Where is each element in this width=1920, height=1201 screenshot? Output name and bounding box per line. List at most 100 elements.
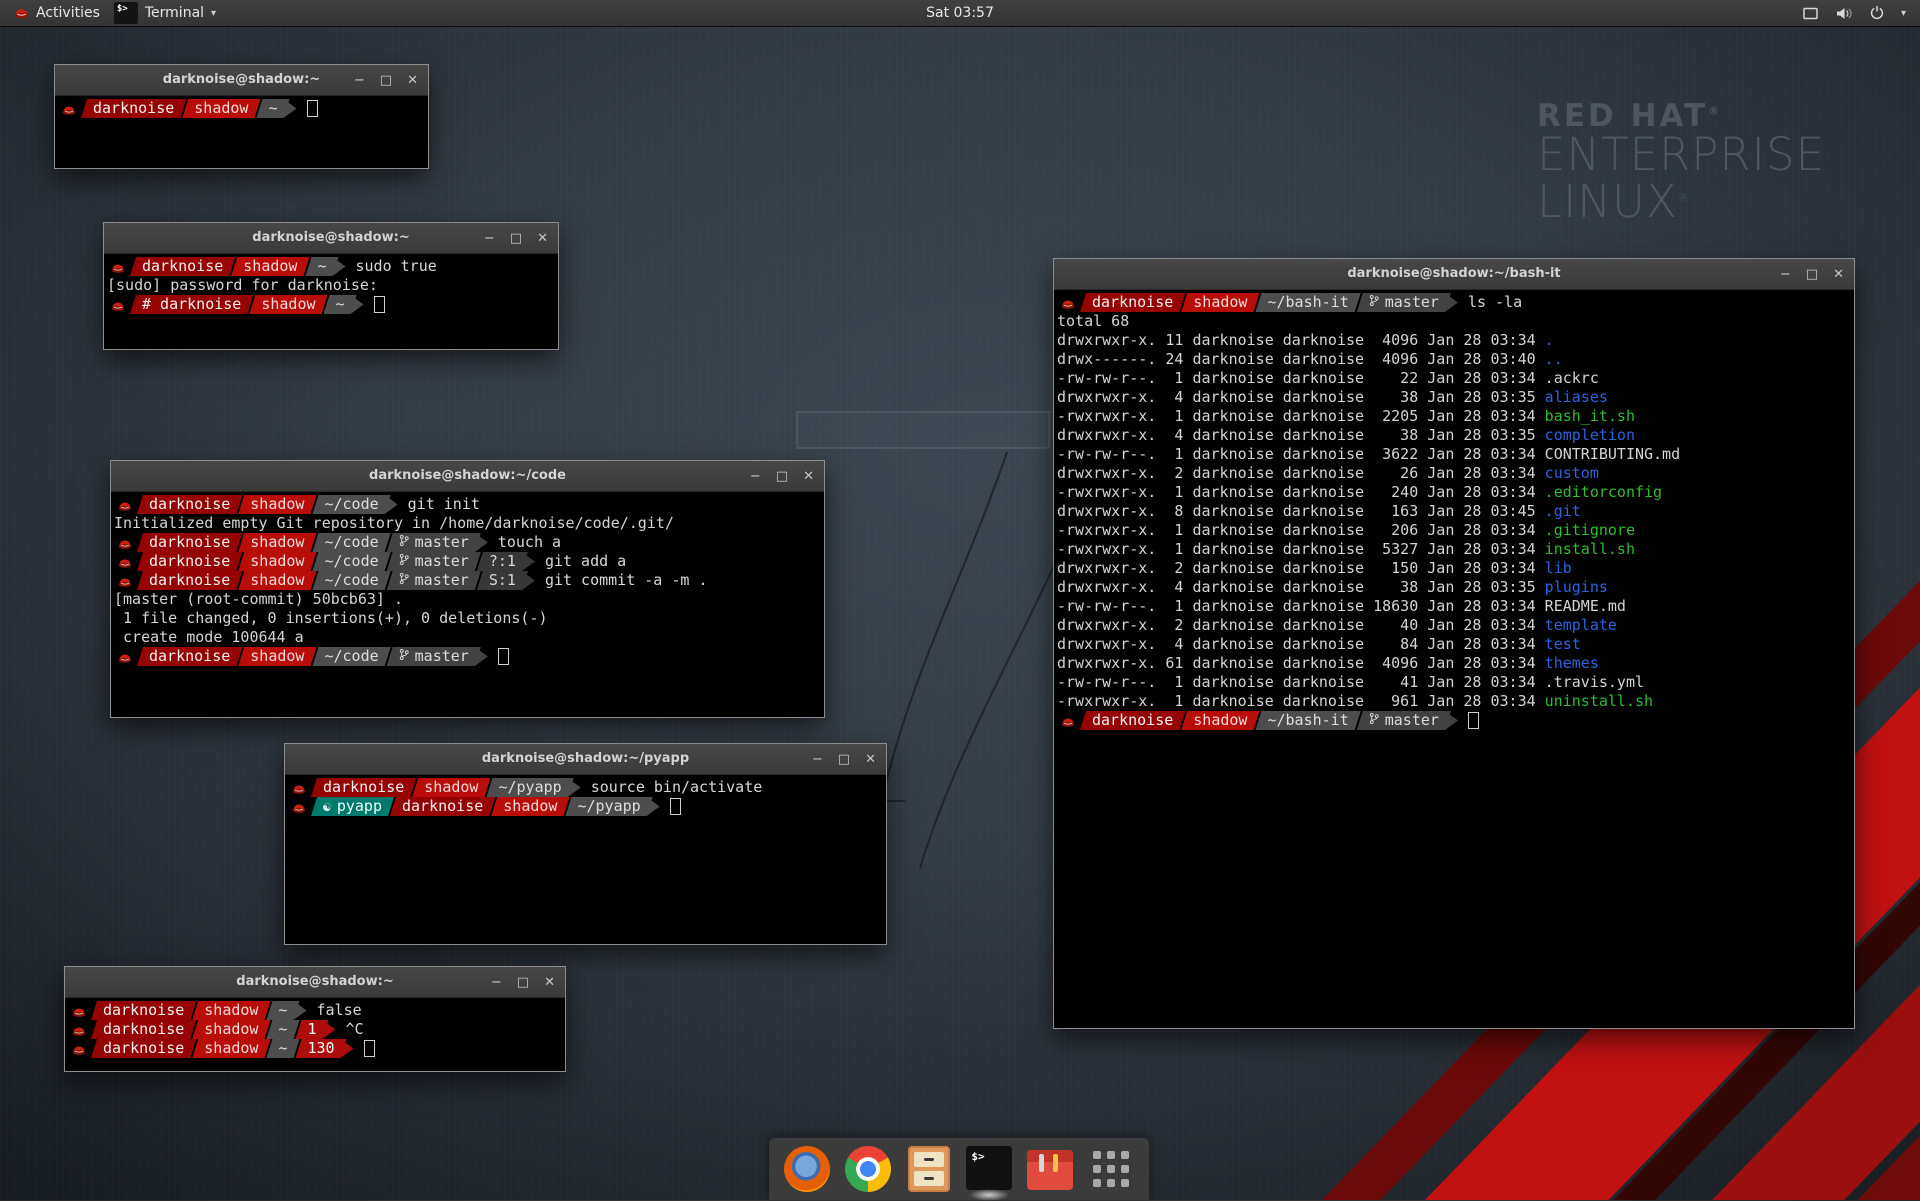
prompt-segment-user: darknoise: [1080, 711, 1185, 730]
directory-name: themes: [1545, 654, 1599, 672]
output-text: -rw-rw-r--. 1 darknoise darknoise 3622 J…: [1057, 445, 1680, 463]
redhat-prompt-icon: [114, 647, 136, 666]
clock-label[interactable]: Sat 03:57: [926, 5, 994, 21]
minimize-button[interactable]: −: [750, 470, 761, 483]
terminal-cursor: [498, 648, 509, 665]
window-titlebar[interactable]: darknoise@shadow:~−□✕: [104, 223, 558, 254]
minimize-button[interactable]: −: [354, 74, 365, 87]
minimize-button[interactable]: −: [812, 753, 823, 766]
prompt-segment-user: darknoise: [311, 778, 416, 797]
terminal-icon: $>: [966, 1146, 1012, 1190]
prompt-segment-host: shadow: [192, 1020, 270, 1039]
output-text: -rwxrwxr-x. 1 darknoise darknoise 5327 J…: [1057, 540, 1545, 558]
terminal-line: -rwxrwxr-x. 1 darknoise darknoise 2205 J…: [1057, 407, 1854, 426]
powerline-arrow: [1445, 293, 1458, 312]
directory-name: plugins: [1545, 578, 1608, 596]
powerline-arrow: [475, 647, 488, 666]
prompt-segment-path: ~/code: [312, 533, 390, 552]
prompt-segment-host: shadow: [412, 778, 490, 797]
prompt-segment-user: darknoise: [1080, 293, 1185, 312]
terminal-line: darknoiseshadow~/codemasterS:1git commit…: [114, 571, 824, 590]
output-text: drwxrwxr-x. 4 darknoise darknoise 84 Jan…: [1057, 635, 1545, 653]
output-text: -rwxrwxr-x. 1 darknoise darknoise 240 Ja…: [1057, 483, 1545, 501]
activities-button[interactable]: Activities: [0, 0, 114, 26]
prompt-segment-git: master: [387, 552, 481, 571]
terminal-window-code: darknoise@shadow:~/code−□✕darknoiseshado…: [110, 460, 825, 718]
window-titlebar[interactable]: darknoise@shadow:~/pyapp−□✕: [285, 744, 886, 775]
chevron-down-icon: ▾: [1901, 8, 1906, 19]
close-button[interactable]: ✕: [803, 470, 814, 483]
close-button[interactable]: ✕: [865, 753, 876, 766]
prompt-segment-user: darknoise: [91, 1039, 196, 1058]
command-text: sudo true: [356, 257, 437, 275]
redhat-prompt-icon: [114, 495, 136, 514]
prompt-segment-host: shadow: [491, 797, 569, 816]
terminal-line: total 68: [1057, 312, 1854, 331]
window-titlebar[interactable]: darknoise@shadow:~−□✕: [65, 967, 565, 998]
terminal-content[interactable]: darknoiseshadow~: [55, 96, 428, 118]
minimize-button[interactable]: −: [484, 232, 495, 245]
redhat-prompt-icon: [114, 571, 136, 590]
terminal-cursor: [364, 1040, 375, 1057]
prompt-segment-user: darknoise: [137, 552, 242, 571]
prompt-segment-path: ~/bash-it: [1255, 293, 1360, 312]
firefox-icon: [784, 1146, 830, 1192]
maximize-button[interactable]: □: [510, 232, 522, 245]
maximize-button[interactable]: □: [776, 470, 788, 483]
directory-name: test: [1545, 635, 1581, 653]
desktop: { "top_bar": { "activities_label": "Acti…: [0, 0, 1920, 1200]
terminal-line: -rw-rw-r--. 1 darknoise darknoise 18630 …: [1057, 597, 1854, 616]
window-titlebar[interactable]: darknoise@shadow:~/bash-it−□✕: [1054, 259, 1854, 290]
terminal-content[interactable]: darknoiseshadow~sudo true[sudo] password…: [104, 254, 558, 314]
close-button[interactable]: ✕: [544, 976, 555, 989]
terminal-content[interactable]: darknoiseshadow~/pyappsource bin/activat…: [285, 775, 886, 816]
dock-files[interactable]: [906, 1146, 952, 1192]
close-button[interactable]: ✕: [407, 74, 418, 87]
terminal-line: darknoiseshadow~false: [68, 1001, 565, 1020]
terminal-line: darknoiseshadow~/codegit init: [114, 495, 824, 514]
prompt-segment-user: darknoise: [91, 1001, 196, 1020]
prompt-segment-user: darknoise: [81, 99, 186, 118]
terminal-window-sudo: darknoise@shadow:~−□✕darknoiseshadow~sud…: [103, 222, 559, 350]
terminal-content[interactable]: darknoiseshadow~falsedarknoiseshadow~1^C…: [65, 998, 565, 1058]
maximize-button[interactable]: □: [380, 74, 392, 87]
prompt-segment-host: shadow: [238, 495, 316, 514]
close-button[interactable]: ✕: [537, 232, 548, 245]
app-menu-label: Terminal: [145, 5, 204, 21]
terminal-line: darknoiseshadow~/codemaster?:1git add a: [114, 552, 824, 571]
terminal-line: drwxrwxr-x. 11 darknoise darknoise 4096 …: [1057, 331, 1854, 350]
terminal-content[interactable]: darknoiseshadow~/codegit initInitialized…: [111, 492, 824, 666]
dock-toolbox[interactable]: [1027, 1146, 1073, 1192]
terminal-cursor: [374, 296, 385, 313]
dock: $>: [769, 1138, 1149, 1200]
prompt-segment-path: ~/code: [312, 571, 390, 590]
dock-firefox[interactable]: [784, 1146, 830, 1192]
system-status-area[interactable]: ▾: [1802, 0, 1920, 26]
minimize-button[interactable]: −: [491, 976, 502, 989]
window-titlebar[interactable]: darknoise@shadow:~/code−□✕: [111, 461, 824, 492]
terminal-line: drwx------. 24 darknoise darknoise 4096 …: [1057, 350, 1854, 369]
redhat-prompt-icon: [107, 257, 129, 276]
window-controls: − □ ✕: [354, 65, 418, 95]
executable-name: uninstall.sh: [1545, 692, 1653, 710]
app-grid-icon: [1091, 1149, 1131, 1189]
redhat-prompt-icon: [288, 797, 310, 816]
app-menu-terminal[interactable]: $> Terminal ▾: [114, 0, 228, 26]
terminal-line: darknoiseshadow~/codemastertouch a: [114, 533, 824, 552]
maximize-button[interactable]: □: [517, 976, 529, 989]
minimize-button[interactable]: −: [1780, 268, 1791, 281]
terminal-content[interactable]: darknoiseshadow~/bash-itmasterls -latota…: [1054, 290, 1854, 730]
prompt-segment-gitstat: ?:1: [477, 552, 528, 571]
maximize-button[interactable]: □: [1806, 268, 1818, 281]
show-applications-button[interactable]: [1088, 1146, 1134, 1192]
window-titlebar[interactable]: darknoise@shadow:~−□✕: [55, 65, 428, 96]
terminal-line: darknoiseshadow~/codemaster: [114, 647, 824, 666]
maximize-button[interactable]: □: [838, 753, 850, 766]
dock-chrome[interactable]: [845, 1146, 891, 1192]
terminal-line: Initialized empty Git repository in /hom…: [114, 514, 824, 533]
terminal-line: drwxrwxr-x. 4 darknoise darknoise 38 Jan…: [1057, 578, 1854, 597]
close-button[interactable]: ✕: [1833, 268, 1844, 281]
command-text: ^C: [346, 1020, 364, 1038]
terminal-window-pyapp: darknoise@shadow:~/pyapp−□✕darknoiseshad…: [284, 743, 887, 945]
dock-terminal[interactable]: $>: [966, 1146, 1012, 1192]
